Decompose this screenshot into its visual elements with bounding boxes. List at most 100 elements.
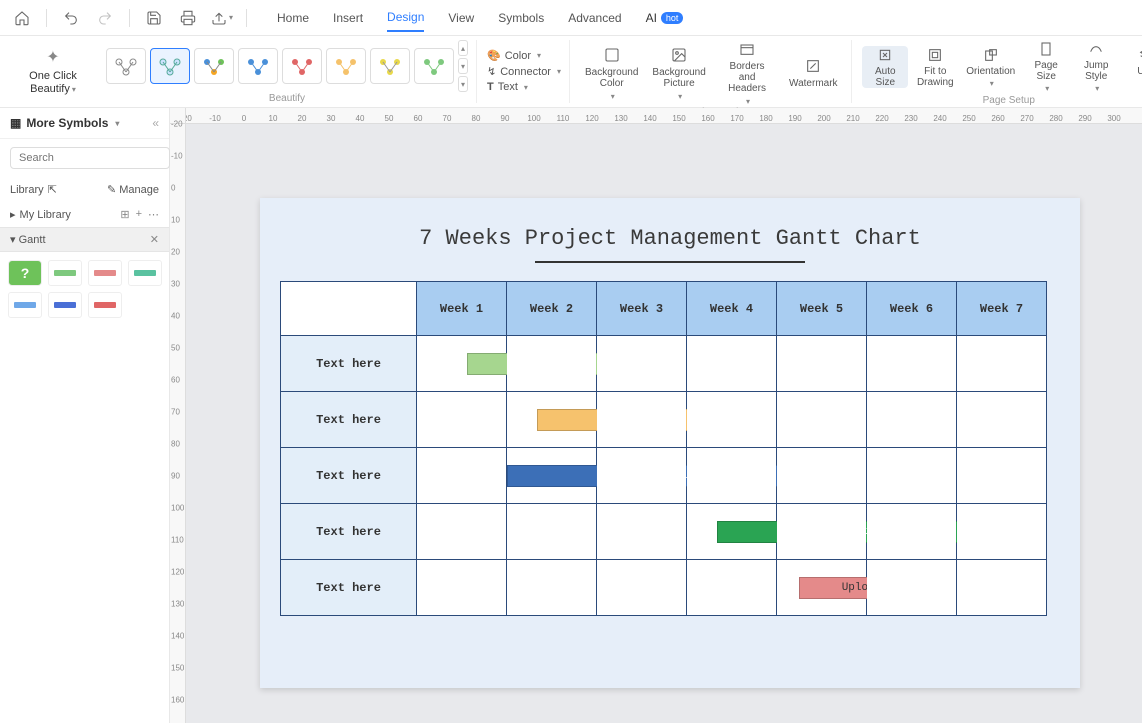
shapes-grid: ? [0, 252, 169, 326]
chevron-right-icon: ▸ [10, 208, 16, 221]
template-2[interactable] [150, 48, 190, 84]
color-dropdown[interactable]: 🎨Color [487, 49, 561, 62]
template-next-button[interactable]: ▾ [458, 58, 468, 74]
unit-icon [1137, 46, 1142, 64]
connector-dropdown[interactable]: ↯Connector [487, 65, 561, 78]
auto-size-button[interactable]: Auto Size [862, 46, 908, 88]
row-label[interactable]: Text here [281, 448, 417, 504]
new-library-icon[interactable]: ⊞ [120, 208, 129, 221]
row-label[interactable]: Text here [281, 392, 417, 448]
canvas[interactable]: -20-100102030405060708090100110120130140… [170, 108, 1142, 723]
bg-picture-button[interactable]: Background Picture [647, 46, 710, 101]
template-prev-button[interactable]: ▴ [458, 40, 468, 56]
title-underline [535, 261, 805, 263]
row-label[interactable]: Text here [281, 560, 417, 616]
row-label[interactable]: Text here [281, 336, 417, 392]
table-row: Text here Developing [281, 504, 1047, 560]
library-toggle[interactable]: Library ⇱ [10, 183, 57, 196]
table-row: Text here Upload [281, 560, 1047, 616]
more-symbols-button[interactable]: ▦ More Symbols [10, 116, 119, 130]
chevron-down-icon: ▾ [10, 234, 16, 246]
menu-home[interactable]: Home [277, 5, 309, 31]
print-icon[interactable] [174, 4, 202, 32]
shape-bar-3[interactable] [128, 260, 162, 286]
undo-icon[interactable] [57, 4, 85, 32]
template-3[interactable] [194, 48, 234, 84]
orientation-button[interactable]: Orientation [962, 46, 1019, 88]
my-library-toggle[interactable]: ▸My Library [10, 208, 71, 221]
borders-button[interactable]: Borders and Headers [715, 40, 779, 106]
ai-label: AI [646, 11, 657, 25]
export-icon[interactable] [208, 4, 236, 32]
table-row: Text here Design [281, 392, 1047, 448]
page-setup-label: Page Setup [862, 94, 1142, 106]
save-icon[interactable] [140, 4, 168, 32]
bg-color-icon [603, 46, 621, 64]
shape-bar-5[interactable] [48, 292, 82, 318]
search-input[interactable] [10, 147, 170, 169]
chart-title[interactable]: 7 Weeks Project Management Gantt Chart [260, 198, 1080, 261]
palette-icon: 🎨 [487, 49, 501, 62]
menu-view[interactable]: View [448, 5, 474, 31]
separator [129, 9, 130, 27]
one-click-beautify-button[interactable]: ✦ One Click Beautify [18, 47, 88, 96]
home-icon[interactable] [8, 4, 36, 32]
gantt-section-toggle[interactable]: ▾ Gantt [10, 233, 46, 246]
shape-bar-6[interactable] [88, 292, 122, 318]
picture-icon [670, 46, 688, 64]
hot-badge: hot [661, 12, 684, 24]
redo-icon[interactable] [91, 4, 119, 32]
col-week-2[interactable]: Week 2 [507, 282, 597, 336]
menu-ai[interactable]: AI hot [646, 11, 684, 25]
main-area: ▦ More Symbols « Search Library ⇱ ✎Manag… [0, 108, 1142, 723]
col-week-7[interactable]: Week 7 [957, 282, 1047, 336]
table-header-row: Week 1 Week 2 Week 3 Week 4 Week 5 Week … [281, 282, 1047, 336]
template-7[interactable] [370, 48, 410, 84]
ruler-vertical: -20-100102030405060708090100110120130140… [170, 124, 186, 723]
ribbon: ✦ One Click Beautify ▴ ▾ ▾ Beautify [0, 36, 1142, 108]
menu-advanced[interactable]: Advanced [568, 5, 621, 31]
shape-bar-4[interactable] [8, 292, 42, 318]
fit-icon [926, 46, 944, 64]
borders-icon [738, 40, 756, 58]
template-more-button[interactable]: ▾ [458, 76, 468, 92]
more-icon[interactable]: ⋯ [148, 208, 159, 221]
template-5[interactable] [282, 48, 322, 84]
template-8[interactable] [414, 48, 454, 84]
col-week-3[interactable]: Week 3 [597, 282, 687, 336]
jump-style-button[interactable]: Jump Style [1073, 40, 1119, 93]
shape-bar-2[interactable] [88, 260, 122, 286]
fit-button[interactable]: Fit to Drawing [912, 46, 958, 88]
menu-symbols[interactable]: Symbols [498, 5, 544, 31]
menu-insert[interactable]: Insert [333, 5, 363, 31]
gantt-table[interactable]: Week 1 Week 2 Week 3 Week 4 Week 5 Week … [280, 281, 1047, 616]
row-label[interactable]: Text here [281, 504, 417, 560]
close-icon[interactable]: ✕ [150, 233, 159, 246]
template-4[interactable] [238, 48, 278, 84]
col-week-4[interactable]: Week 4 [687, 282, 777, 336]
manage-button[interactable]: ✎Manage [107, 183, 159, 196]
separator [46, 9, 47, 27]
unit-button[interactable]: Unit [1123, 46, 1142, 88]
watermark-button[interactable]: Watermark [783, 57, 843, 89]
page[interactable]: 7 Weeks Project Management Gantt Chart W… [260, 198, 1080, 688]
menu-design[interactable]: Design [387, 4, 424, 32]
col-week-6[interactable]: Week 6 [867, 282, 957, 336]
table-row: Text here Layout [281, 448, 1047, 504]
col-week-5[interactable]: Week 5 [777, 282, 867, 336]
edit-icon: ✎ [107, 183, 116, 196]
text-dropdown[interactable]: TText [487, 81, 561, 93]
watermark-icon [804, 57, 822, 75]
sparkle-icon: ✦ [46, 47, 59, 67]
header-blank[interactable] [281, 282, 417, 336]
shape-bar-1[interactable] [48, 260, 82, 286]
page-size-button[interactable]: Page Size [1023, 40, 1069, 93]
bg-color-button[interactable]: Background Color [580, 46, 643, 101]
shape-help[interactable]: ? [8, 260, 42, 286]
add-icon[interactable]: + [136, 208, 142, 221]
collapse-icon[interactable]: « [152, 116, 159, 130]
col-week-1[interactable]: Week 1 [417, 282, 507, 336]
table-row: Text here Research [281, 336, 1047, 392]
template-6[interactable] [326, 48, 366, 84]
template-1[interactable] [106, 48, 146, 84]
